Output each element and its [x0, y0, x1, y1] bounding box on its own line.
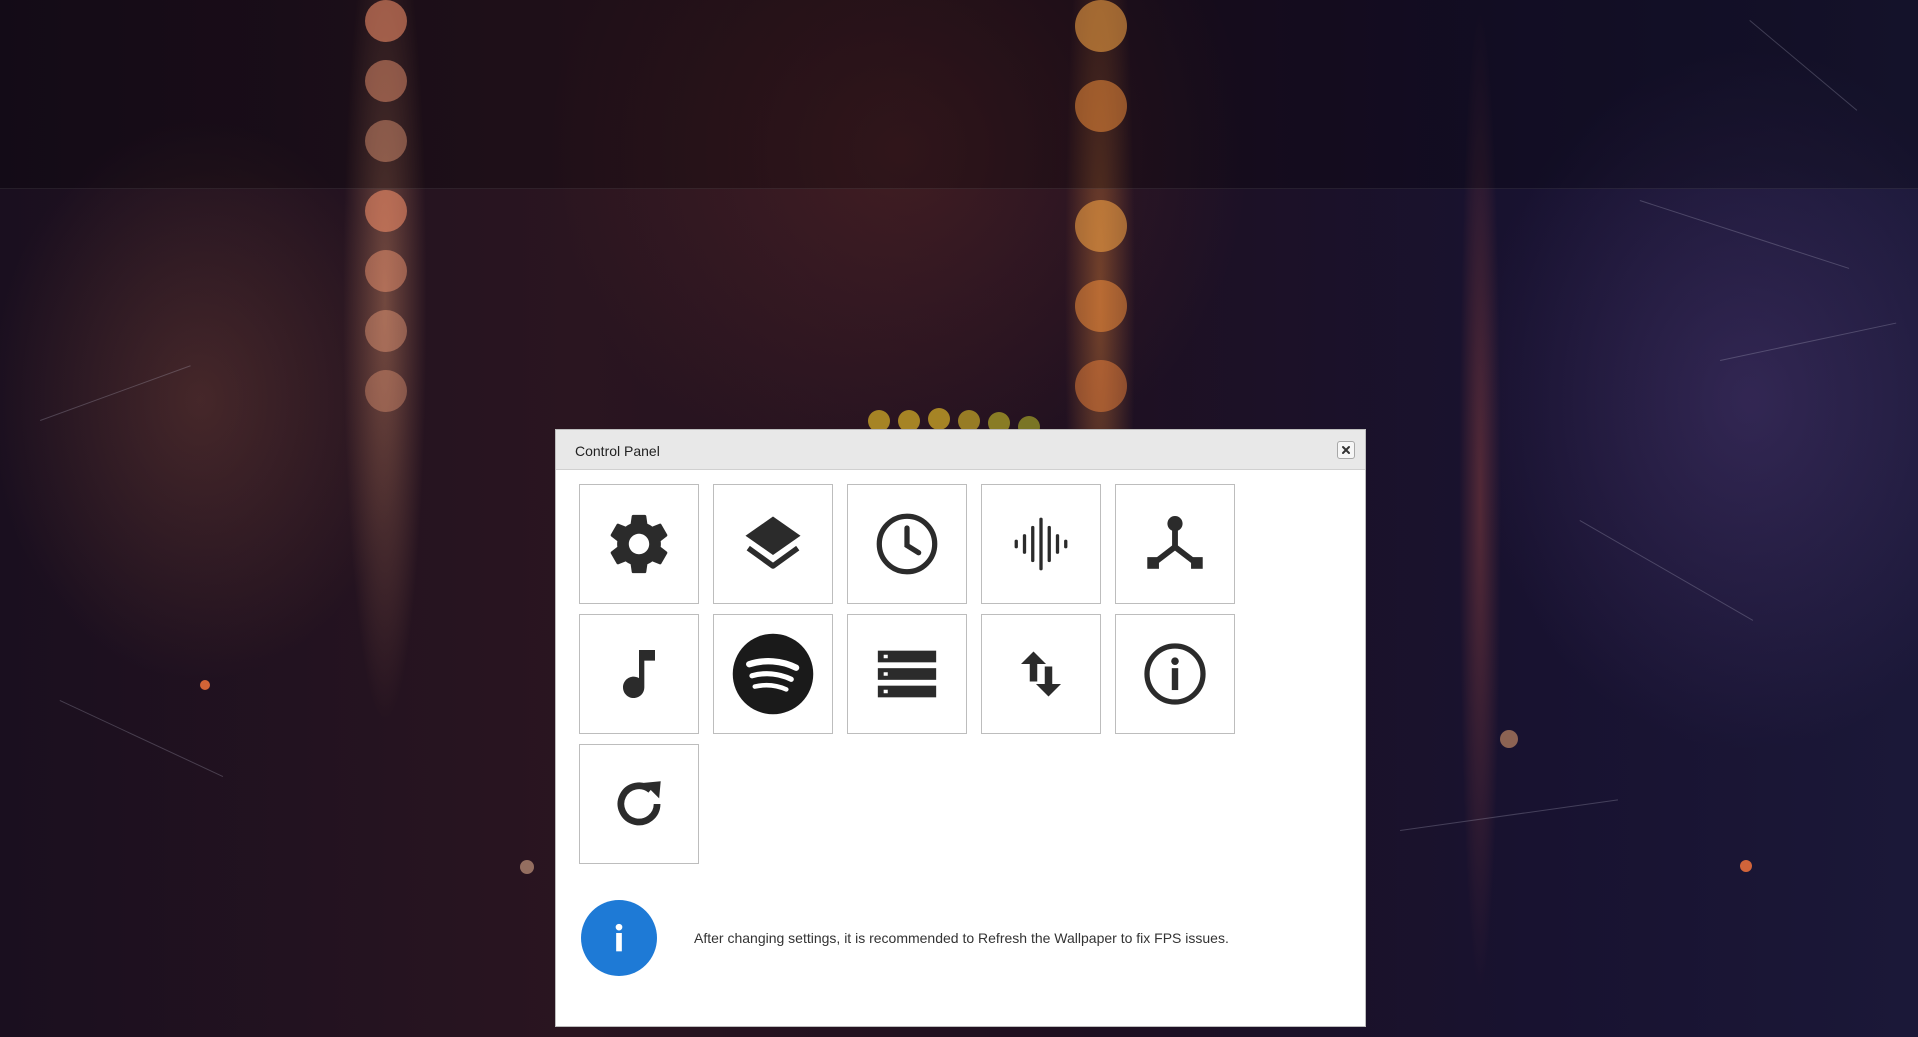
- audio-visualizer-button[interactable]: [981, 484, 1101, 604]
- bokeh-light: [365, 370, 407, 412]
- bokeh-light: [1075, 80, 1127, 132]
- spotify-button[interactable]: [713, 614, 833, 734]
- audio-wave-icon: [1014, 517, 1068, 571]
- network-line: [59, 700, 224, 777]
- network-line: [1720, 322, 1897, 361]
- bokeh-light: [365, 250, 407, 292]
- bokeh-light: [365, 310, 407, 352]
- dialog-header: Control Panel: [556, 430, 1365, 470]
- spotify-icon: [732, 633, 814, 715]
- info-button[interactable]: [1115, 614, 1235, 734]
- bokeh-light: [1500, 730, 1518, 748]
- bokeh-light: [365, 120, 407, 162]
- settings-button[interactable]: [579, 484, 699, 604]
- network-line: [1579, 520, 1754, 621]
- wallpaper-top-strip: [0, 0, 1918, 189]
- clock-icon: [876, 513, 938, 575]
- bokeh-light: [1075, 280, 1127, 332]
- bokeh-light: [365, 0, 407, 42]
- bokeh-light: [200, 680, 210, 690]
- layers-button[interactable]: [713, 484, 833, 604]
- music-note-icon: [623, 650, 655, 698]
- network-button[interactable]: [1115, 484, 1235, 604]
- network-line: [40, 365, 191, 421]
- bokeh-light: [1075, 360, 1127, 412]
- info-icon: [1144, 643, 1206, 705]
- clock-button[interactable]: [847, 484, 967, 604]
- network-line: [1400, 799, 1618, 831]
- dialog-title: Control Panel: [575, 443, 660, 459]
- bokeh-light: [365, 60, 407, 102]
- bokeh-light: [1740, 860, 1752, 872]
- notice-info-icon: [581, 900, 657, 976]
- layers-icon: [745, 516, 801, 569]
- sort-arrows-icon: [1021, 651, 1061, 697]
- bokeh-light: [928, 408, 950, 430]
- list-icon: [877, 650, 937, 698]
- bokeh-light: [365, 190, 407, 232]
- refresh-button[interactable]: [579, 744, 699, 864]
- bokeh-light: [1075, 0, 1127, 52]
- sort-button[interactable]: [981, 614, 1101, 734]
- close-button[interactable]: [1337, 441, 1355, 459]
- list-button[interactable]: [847, 614, 967, 734]
- network-icon: [1147, 516, 1203, 569]
- notice-text: After changing settings, it is recommend…: [694, 930, 1229, 946]
- close-icon: [1342, 446, 1350, 454]
- music-button[interactable]: [579, 614, 699, 734]
- gear-icon: [610, 514, 668, 574]
- network-line: [1639, 200, 1850, 269]
- bokeh-light: [1075, 200, 1127, 252]
- bokeh-light: [520, 860, 534, 874]
- refresh-icon: [617, 781, 661, 826]
- control-panel-dialog: Control Panel After changing settings, i…: [555, 429, 1366, 1027]
